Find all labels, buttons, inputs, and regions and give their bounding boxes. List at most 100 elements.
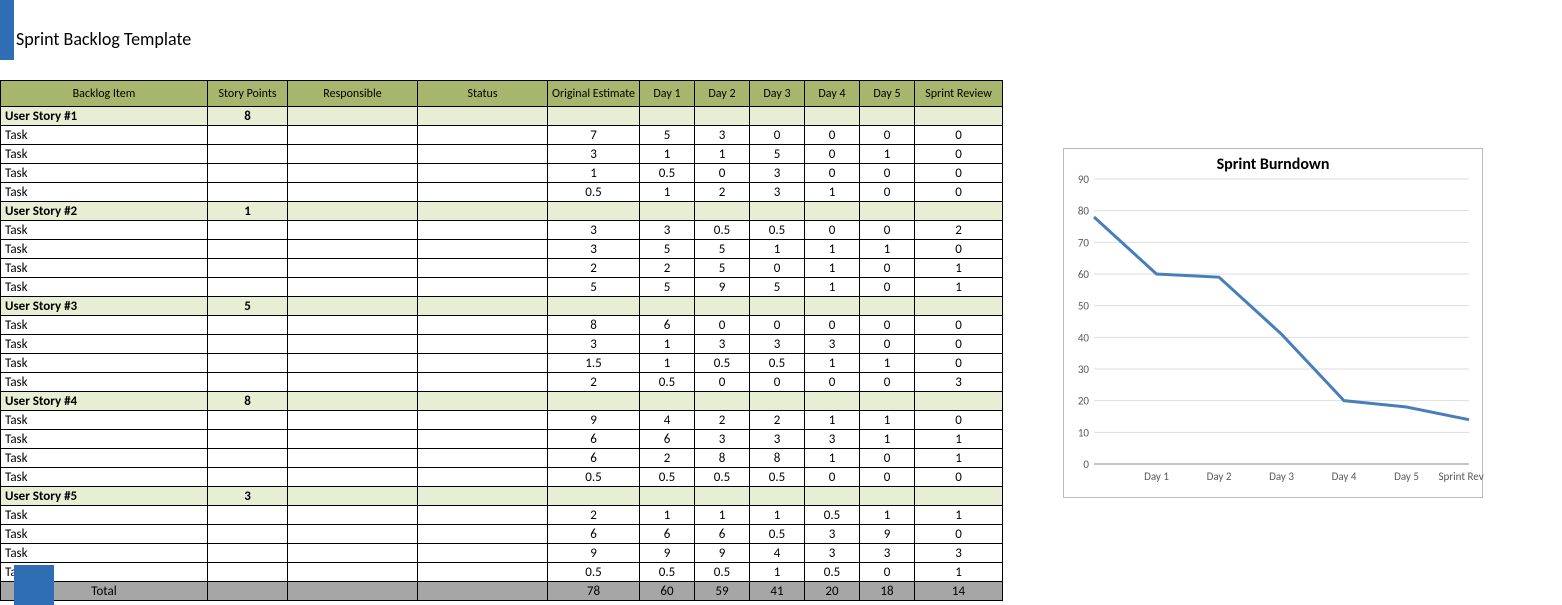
task-d2[interactable]: 1 [695, 145, 750, 164]
task-status[interactable] [418, 563, 548, 582]
task-est[interactable]: 2 [548, 259, 640, 278]
task-d2[interactable]: 8 [695, 449, 750, 468]
task-points[interactable] [208, 544, 288, 563]
task-d3[interactable]: 5 [750, 278, 805, 297]
task-d1[interactable]: 4 [640, 411, 695, 430]
task-est[interactable]: 3 [548, 221, 640, 240]
task-d5[interactable]: 0 [860, 126, 915, 145]
task-responsible[interactable] [288, 240, 418, 259]
task-d5[interactable]: 0 [860, 373, 915, 392]
cell[interactable] [640, 202, 695, 221]
task-d3[interactable]: 3 [750, 183, 805, 202]
task-points[interactable] [208, 354, 288, 373]
task-name[interactable]: Task [1, 145, 208, 164]
task-rev[interactable]: 0 [915, 335, 1003, 354]
story-status[interactable] [418, 392, 548, 411]
task-est[interactable]: 2 [548, 373, 640, 392]
task-status[interactable] [418, 183, 548, 202]
story-responsible[interactable] [288, 107, 418, 126]
cell[interactable] [640, 107, 695, 126]
cell[interactable] [750, 392, 805, 411]
task-d5[interactable]: 0 [860, 164, 915, 183]
story-points[interactable]: 8 [208, 107, 288, 126]
cell[interactable] [860, 487, 915, 506]
task-d2[interactable]: 6 [695, 525, 750, 544]
task-d4[interactable]: 0 [805, 373, 860, 392]
task-d5[interactable]: 1 [860, 430, 915, 449]
task-d2[interactable]: 5 [695, 259, 750, 278]
task-est[interactable]: 3 [548, 335, 640, 354]
story-points[interactable]: 5 [208, 297, 288, 316]
cell[interactable] [548, 392, 640, 411]
task-status[interactable] [418, 468, 548, 487]
story-responsible[interactable] [288, 202, 418, 221]
cell[interactable] [915, 487, 1003, 506]
task-points[interactable] [208, 335, 288, 354]
task-est[interactable]: 9 [548, 411, 640, 430]
task-rev[interactable]: 0 [915, 525, 1003, 544]
task-name[interactable]: Task [1, 373, 208, 392]
task-rev[interactable]: 0 [915, 145, 1003, 164]
task-points[interactable] [208, 164, 288, 183]
task-d2[interactable]: 3 [695, 430, 750, 449]
task-d5[interactable]: 0 [860, 449, 915, 468]
cell[interactable] [695, 202, 750, 221]
task-d2[interactable]: 2 [695, 411, 750, 430]
cell[interactable] [860, 297, 915, 316]
task-name[interactable]: Task [1, 335, 208, 354]
task-rev[interactable]: 1 [915, 563, 1003, 582]
task-d3[interactable]: 0 [750, 316, 805, 335]
task-d1[interactable]: 1 [640, 506, 695, 525]
task-name[interactable]: Task [1, 544, 208, 563]
task-d1[interactable]: 0.5 [640, 468, 695, 487]
cell[interactable] [860, 202, 915, 221]
task-rev[interactable]: 0 [915, 183, 1003, 202]
task-status[interactable] [418, 354, 548, 373]
task-name[interactable]: Task [1, 316, 208, 335]
task-status[interactable] [418, 164, 548, 183]
task-rev[interactable]: 1 [915, 278, 1003, 297]
task-d4[interactable]: 1 [805, 278, 860, 297]
task-points[interactable] [208, 126, 288, 145]
cell[interactable] [750, 202, 805, 221]
task-d4[interactable]: 1 [805, 354, 860, 373]
task-d3[interactable]: 3 [750, 335, 805, 354]
cell[interactable] [640, 297, 695, 316]
task-name[interactable]: Task [1, 449, 208, 468]
task-est[interactable]: 3 [548, 145, 640, 164]
task-status[interactable] [418, 126, 548, 145]
task-est[interactable]: 6 [548, 449, 640, 468]
task-d3[interactable]: 5 [750, 145, 805, 164]
task-d1[interactable]: 5 [640, 240, 695, 259]
task-points[interactable] [208, 506, 288, 525]
cell[interactable] [750, 487, 805, 506]
task-d1[interactable]: 6 [640, 525, 695, 544]
task-name[interactable]: Task [1, 126, 208, 145]
task-d4[interactable]: 0 [805, 145, 860, 164]
task-d5[interactable]: 0 [860, 259, 915, 278]
task-d4[interactable]: 0 [805, 468, 860, 487]
task-d3[interactable]: 8 [750, 449, 805, 468]
story-status[interactable] [418, 297, 548, 316]
cell[interactable] [915, 392, 1003, 411]
cell[interactable] [860, 392, 915, 411]
task-d2[interactable]: 9 [695, 278, 750, 297]
task-est[interactable]: 0.5 [548, 468, 640, 487]
task-name[interactable]: Task [1, 411, 208, 430]
task-points[interactable] [208, 373, 288, 392]
task-d5[interactable]: 0 [860, 278, 915, 297]
task-responsible[interactable] [288, 544, 418, 563]
task-d5[interactable]: 1 [860, 240, 915, 259]
task-name[interactable]: Task [1, 354, 208, 373]
task-d1[interactable]: 5 [640, 278, 695, 297]
task-points[interactable] [208, 411, 288, 430]
task-d4[interactable]: 3 [805, 335, 860, 354]
task-d5[interactable]: 0 [860, 468, 915, 487]
task-d2[interactable]: 3 [695, 126, 750, 145]
task-responsible[interactable] [288, 506, 418, 525]
task-d5[interactable]: 1 [860, 354, 915, 373]
task-status[interactable] [418, 525, 548, 544]
task-status[interactable] [418, 449, 548, 468]
task-d4[interactable]: 0.5 [805, 563, 860, 582]
task-points[interactable] [208, 259, 288, 278]
